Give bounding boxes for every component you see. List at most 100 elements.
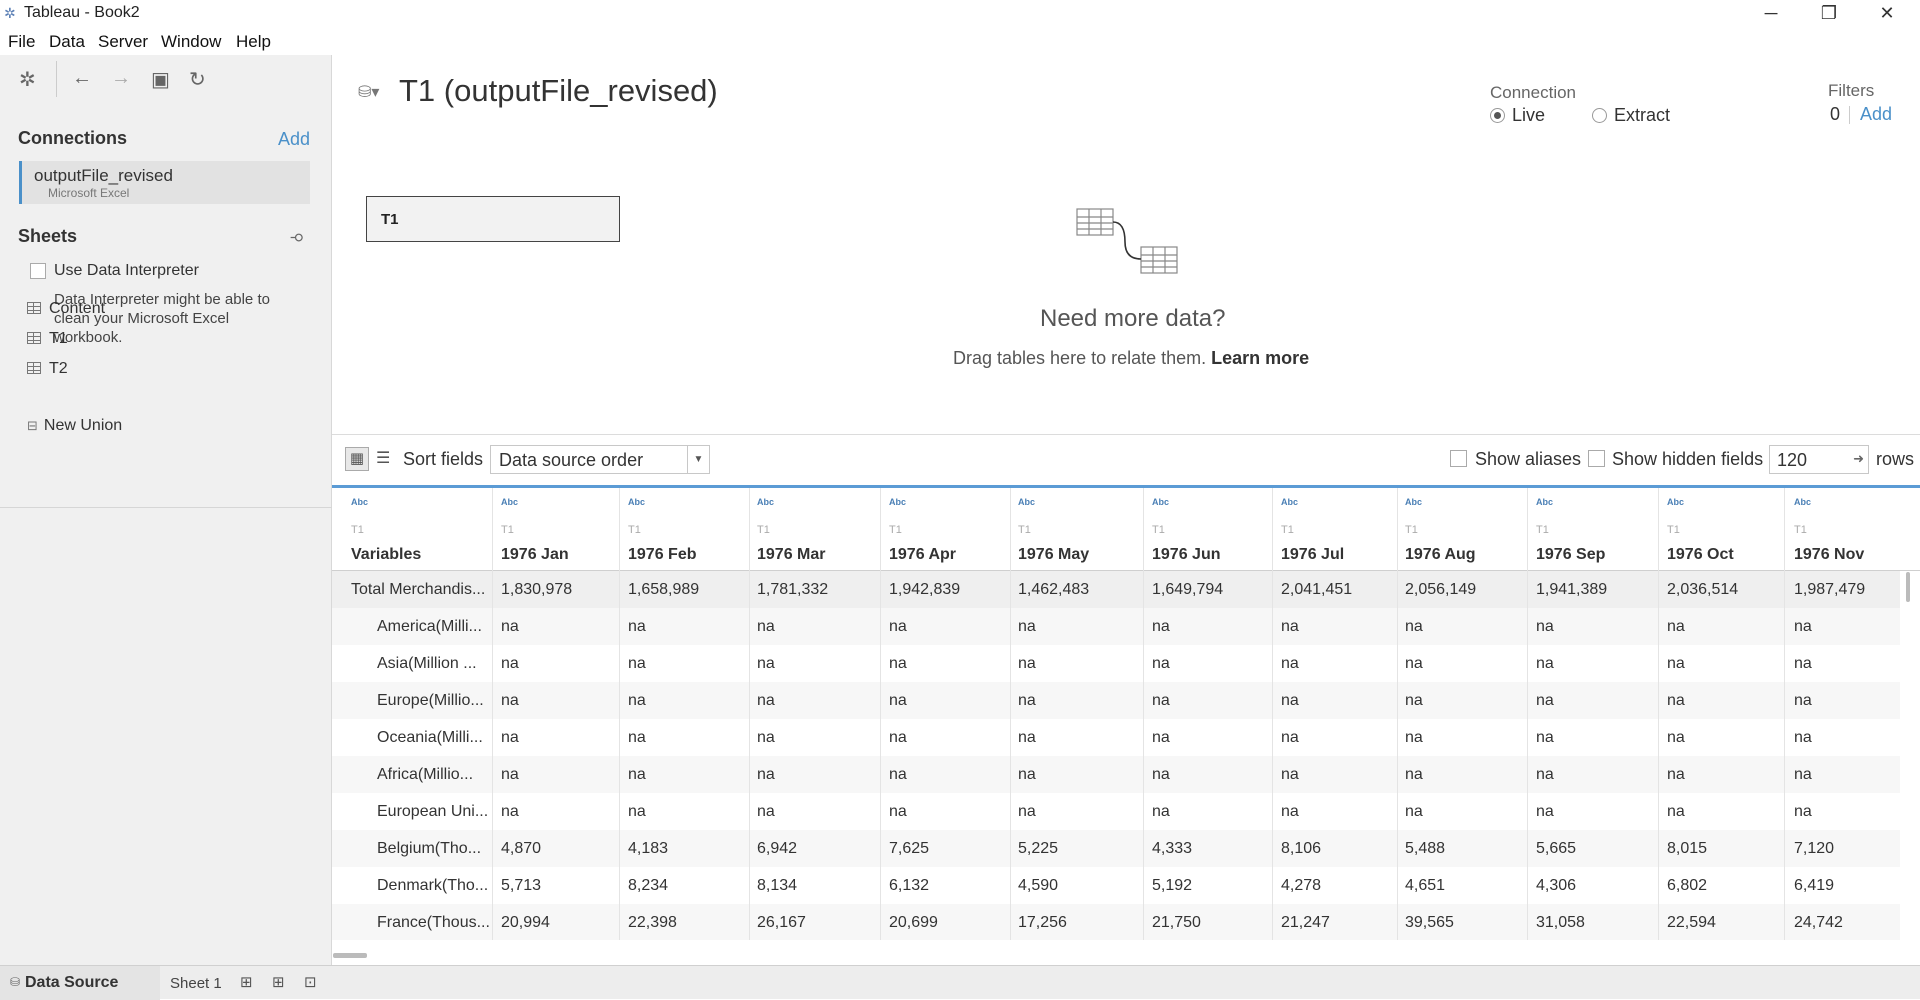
data-cell: 7,120: [1794, 840, 1835, 857]
string-type-icon[interactable]: Abc: [1018, 497, 1035, 507]
column-source-table: T1: [1018, 524, 1031, 536]
undo-icon[interactable]: ←: [72, 67, 92, 90]
data-cell: 1,987,479: [1794, 581, 1866, 598]
live-label: Live: [1512, 105, 1546, 125]
data-cell: na: [1018, 803, 1036, 820]
column-source-table: T1: [351, 524, 364, 536]
grid-accent-bar: [332, 485, 1920, 488]
column-source-table: T1: [501, 524, 514, 536]
string-type-icon[interactable]: Abc: [1536, 497, 1553, 507]
learn-more-link[interactable]: Learn more: [1211, 348, 1309, 368]
tab-sheet-1[interactable]: Sheet 1: [170, 975, 222, 992]
add-filter-link[interactable]: Add: [1860, 104, 1892, 125]
data-cell: 5,225: [1018, 840, 1059, 857]
string-type-icon[interactable]: Abc: [628, 497, 645, 507]
data-cell: 2,036,514: [1667, 581, 1739, 598]
data-cell: na: [1536, 692, 1554, 709]
string-type-icon[interactable]: Abc: [1405, 497, 1422, 507]
data-cell: na: [1405, 655, 1423, 672]
row-label-cell: Denmark(Tho...: [377, 877, 489, 894]
horizontal-scrollbar[interactable]: [333, 953, 367, 958]
new-worksheet-icon[interactable]: ⊞: [240, 973, 253, 991]
grid-view-button[interactable]: ▦: [345, 447, 369, 471]
add-connection-link[interactable]: Add: [278, 129, 310, 150]
sheet-item-t1[interactable]: T1: [27, 330, 68, 348]
filters-label: Filters: [1828, 81, 1875, 100]
column-divider: [1143, 488, 1144, 940]
data-cell: 4,333: [1152, 840, 1193, 857]
column-name: 1976 Feb: [628, 546, 697, 563]
minimize-button[interactable]: ─: [1742, 0, 1800, 28]
live-radio[interactable]: [1490, 108, 1505, 123]
rows-label: rows: [1876, 449, 1915, 469]
data-cell: na: [1152, 618, 1170, 635]
filters-count: 0: [1830, 104, 1841, 124]
data-cell: na: [628, 729, 646, 746]
chevron-down-icon[interactable]: ▼: [687, 446, 709, 473]
column-name: 1976 Oct: [1667, 546, 1734, 563]
new-dashboard-icon[interactable]: ⊞: [272, 973, 285, 991]
data-cell: na: [1281, 729, 1299, 746]
datasource-icon[interactable]: ⛁▾: [358, 82, 379, 102]
tab-data-source[interactable]: ⛁ Data Source: [0, 966, 160, 1000]
sheet-item-t2[interactable]: T2: [27, 360, 68, 378]
menu-file[interactable]: File: [8, 32, 35, 52]
extract-label: Extract: [1614, 105, 1671, 125]
show-aliases-checkbox[interactable]: [1450, 450, 1467, 467]
menu-data[interactable]: Data: [49, 32, 85, 52]
string-type-icon[interactable]: Abc: [889, 497, 906, 507]
data-grid: Total Merchandis... 1,830,978 1,658,989 1,7…: [332, 485, 1920, 940]
string-type-icon[interactable]: Abc: [351, 497, 368, 507]
table-row: Africa(Millio... na na na na na na na na na na na: [332, 756, 1900, 793]
column-divider: [749, 488, 750, 940]
table-row: Europe(Millio... na na na na na na na na na na na: [332, 682, 1900, 719]
save-icon[interactable]: ▣: [151, 67, 170, 92]
vertical-scrollbar[interactable]: [1906, 572, 1910, 602]
data-cell: na: [1018, 655, 1036, 672]
string-type-icon[interactable]: Abc: [1281, 497, 1298, 507]
use-data-interpreter-checkbox[interactable]: [30, 263, 46, 279]
string-type-icon[interactable]: Abc: [1152, 497, 1169, 507]
menu-help[interactable]: Help: [236, 32, 271, 52]
data-cell: na: [1405, 803, 1423, 820]
sheet-item-content[interactable]: Content: [27, 300, 105, 318]
table-card-t1[interactable]: T1: [366, 196, 620, 242]
string-type-icon[interactable]: Abc: [1667, 497, 1684, 507]
menu-server[interactable]: Server: [98, 32, 148, 52]
connection-item[interactable]: outputFile_revised Microsoft Excel: [19, 161, 310, 204]
sheets-heading: Sheets: [18, 226, 78, 246]
extract-radio[interactable]: [1592, 108, 1607, 123]
refresh-icon[interactable]: ↻: [189, 67, 206, 92]
column-divider: [880, 488, 881, 940]
data-cell: na: [501, 618, 519, 635]
datasource-title[interactable]: T1 (outputFile_revised): [399, 73, 718, 109]
string-type-icon[interactable]: Abc: [1794, 497, 1811, 507]
rows-count-input[interactable]: 120 ➜: [1769, 445, 1869, 474]
data-cell: na: [1152, 692, 1170, 709]
close-button[interactable]: ✕: [1858, 0, 1916, 28]
table-row: Asia(Million ... na na na na na na na na na na na: [332, 645, 1900, 682]
data-interpreter-description: Data Interpreter might be able to clean …: [54, 291, 270, 346]
arrow-right-icon[interactable]: ➜: [1853, 451, 1864, 467]
list-view-button[interactable]: ☰: [376, 448, 390, 468]
data-cell: na: [1536, 618, 1554, 635]
string-type-icon[interactable]: Abc: [757, 497, 774, 507]
show-aliases-label: Show aliases: [1475, 449, 1582, 469]
data-cell: 1,941,389: [1536, 581, 1608, 598]
string-type-icon[interactable]: Abc: [501, 497, 518, 507]
column-source-table: T1: [1405, 524, 1418, 536]
data-cell: na: [628, 618, 646, 635]
restore-button[interactable]: ❐: [1800, 0, 1858, 28]
data-cell: na: [1018, 692, 1036, 709]
new-story-icon[interactable]: ⊡: [304, 973, 317, 991]
menu-window[interactable]: Window: [161, 32, 221, 52]
tableau-start-icon[interactable]: ✲: [19, 67, 36, 92]
redo-icon[interactable]: →: [111, 67, 131, 90]
show-hidden-fields-checkbox[interactable]: [1588, 450, 1605, 467]
search-icon[interactable]: ⚲: [289, 232, 306, 242]
data-cell: 1,781,332: [757, 581, 829, 598]
sort-fields-select[interactable]: Data source order ▼: [490, 445, 710, 474]
data-cell: na: [501, 729, 519, 746]
new-union-item[interactable]: ⊟ New Union: [27, 417, 122, 435]
row-label-cell: Europe(Millio...: [377, 692, 484, 709]
